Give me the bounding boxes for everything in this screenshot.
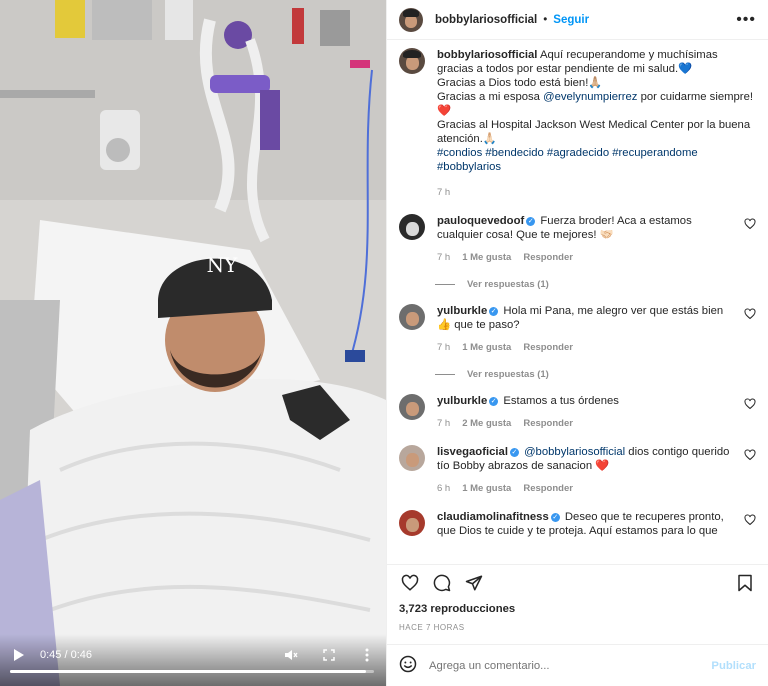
post-header: bobbylariosofficial • Seguir ••• <box>387 0 768 40</box>
video-progress-bar[interactable] <box>10 670 374 673</box>
comment-time: 7 h <box>437 418 451 429</box>
header-separator: • <box>543 13 548 26</box>
post-comment-button[interactable]: Publicar <box>711 660 756 672</box>
heart-icon[interactable] <box>744 398 756 410</box>
more-horizontal-icon[interactable]: ••• <box>736 11 756 28</box>
comment-username[interactable]: yulburkle <box>437 395 487 407</box>
instagram-post: NY 0:45 / 0:46 bobbylariosofficial • Seg… <box>0 0 768 686</box>
mute-icon[interactable] <box>282 646 300 664</box>
view-replies-label: Ver respuestas (1) <box>467 279 549 290</box>
avatar[interactable] <box>399 394 425 420</box>
heart-icon[interactable] <box>744 514 756 526</box>
comments-list[interactable]: bobbylariosofficial Aquí recuperandome y… <box>387 40 768 565</box>
comment-likes[interactable]: 1 Me gusta <box>462 341 511 355</box>
comment-text: Estamos a tus órdenes <box>503 395 619 407</box>
fullscreen-icon[interactable] <box>320 646 338 664</box>
video-time: 0:45 / 0:46 <box>40 649 92 661</box>
comment-mention[interactable]: @bobbylariosofficial <box>524 446 625 458</box>
post-sidebar: bobbylariosofficial • Seguir ••• bobbyla… <box>386 0 768 686</box>
heart-icon[interactable] <box>744 449 756 461</box>
comment: claudiamolinafitness ✓ Deseo que te recup… <box>399 510 756 538</box>
verified-badge-icon: ✓ <box>509 447 519 457</box>
play-icon[interactable] <box>10 646 28 664</box>
comment-likes[interactable]: 1 Me gusta <box>462 482 511 496</box>
comment-likes[interactable]: 2 Me gusta <box>462 417 511 431</box>
comment: yulburkle ✓ Hola mi Pana, me alegro ver q… <box>399 304 756 355</box>
caption-mention[interactable]: @evelynumpierrez <box>543 91 637 103</box>
verified-badge-icon: ✓ <box>526 216 536 226</box>
verified-badge-icon: ✓ <box>489 396 499 406</box>
emoji-icon[interactable] <box>399 655 417 676</box>
share-icon[interactable] <box>463 572 485 594</box>
reply-button[interactable]: Responder <box>523 251 573 265</box>
verified-badge-icon: ✓ <box>550 512 560 522</box>
avatar[interactable] <box>399 304 425 330</box>
heart-icon[interactable] <box>744 218 756 230</box>
avatar[interactable] <box>399 445 425 471</box>
video-progress-fill <box>10 670 366 673</box>
caption-line-3-pre: Gracias a mi esposa <box>437 91 544 103</box>
bookmark-icon[interactable] <box>734 572 756 594</box>
caption: bobbylariosofficial Aquí recuperandome y… <box>399 48 756 200</box>
comment: pauloquevedoof ✓ Fuerza broder! Aca a est… <box>399 214 756 265</box>
video-controls: 0:45 / 0:46 <box>0 634 386 686</box>
reply-button[interactable]: Responder <box>523 417 573 431</box>
comment-time: 6 h <box>437 483 451 494</box>
reply-button[interactable]: Responder <box>523 482 573 496</box>
svg-text:NY: NY <box>207 253 239 277</box>
caption-line-2: Gracias a Dios todo está bien!🙏🏼 <box>437 77 603 89</box>
add-comment-bar: Publicar <box>387 644 768 686</box>
comment-username[interactable]: yulburkle <box>437 305 487 317</box>
follow-button[interactable]: Seguir <box>553 14 589 26</box>
view-replies-button[interactable]: Ver respuestas (1) <box>435 279 756 290</box>
avatar[interactable] <box>399 7 423 32</box>
comment-likes[interactable]: 1 Me gusta <box>462 251 511 265</box>
comment-input[interactable] <box>429 659 712 672</box>
reply-button[interactable]: Responder <box>523 341 573 355</box>
comment: yulburkle ✓ Estamos a tus órdenes 7 h 2 M… <box>399 394 756 431</box>
post-timestamp: HACE 7 HORAS <box>399 623 465 632</box>
heart-icon[interactable] <box>744 308 756 320</box>
comment-username[interactable]: pauloquevedoof <box>437 215 524 227</box>
more-vertical-icon[interactable] <box>358 646 376 664</box>
comment-icon[interactable] <box>431 572 453 594</box>
comment: lisvegaoficial ✓ @bobbylariosofficial dio… <box>399 445 756 496</box>
comment-username[interactable]: lisvegaoficial <box>437 446 508 458</box>
caption-line-4: Gracias al Hospital Jackson West Medical… <box>437 119 751 145</box>
heart-icon[interactable] <box>399 572 421 594</box>
caption-time: 7 h <box>437 187 451 198</box>
comment-time: 7 h <box>437 252 451 263</box>
video-frame: NY <box>0 0 386 686</box>
avatar[interactable] <box>399 48 425 74</box>
caption-username[interactable]: bobbylariosofficial <box>437 49 537 61</box>
avatar[interactable] <box>399 510 425 536</box>
view-replies-label: Ver respuestas (1) <box>467 369 549 380</box>
verified-badge-icon: ✓ <box>489 306 499 316</box>
view-replies-button[interactable]: Ver respuestas (1) <box>435 369 756 380</box>
video-player[interactable]: NY 0:45 / 0:46 <box>0 0 386 686</box>
avatar[interactable] <box>399 214 425 240</box>
post-actions <box>387 565 768 601</box>
header-username[interactable]: bobbylariosofficial <box>435 14 537 26</box>
caption-hashtags[interactable]: #condios #bendecido #agradecido #recuper… <box>437 147 698 173</box>
view-count[interactable]: 3,723 reproducciones <box>387 603 768 615</box>
comment-username[interactable]: claudiamolinafitness <box>437 511 549 523</box>
comment-time: 7 h <box>437 342 451 353</box>
